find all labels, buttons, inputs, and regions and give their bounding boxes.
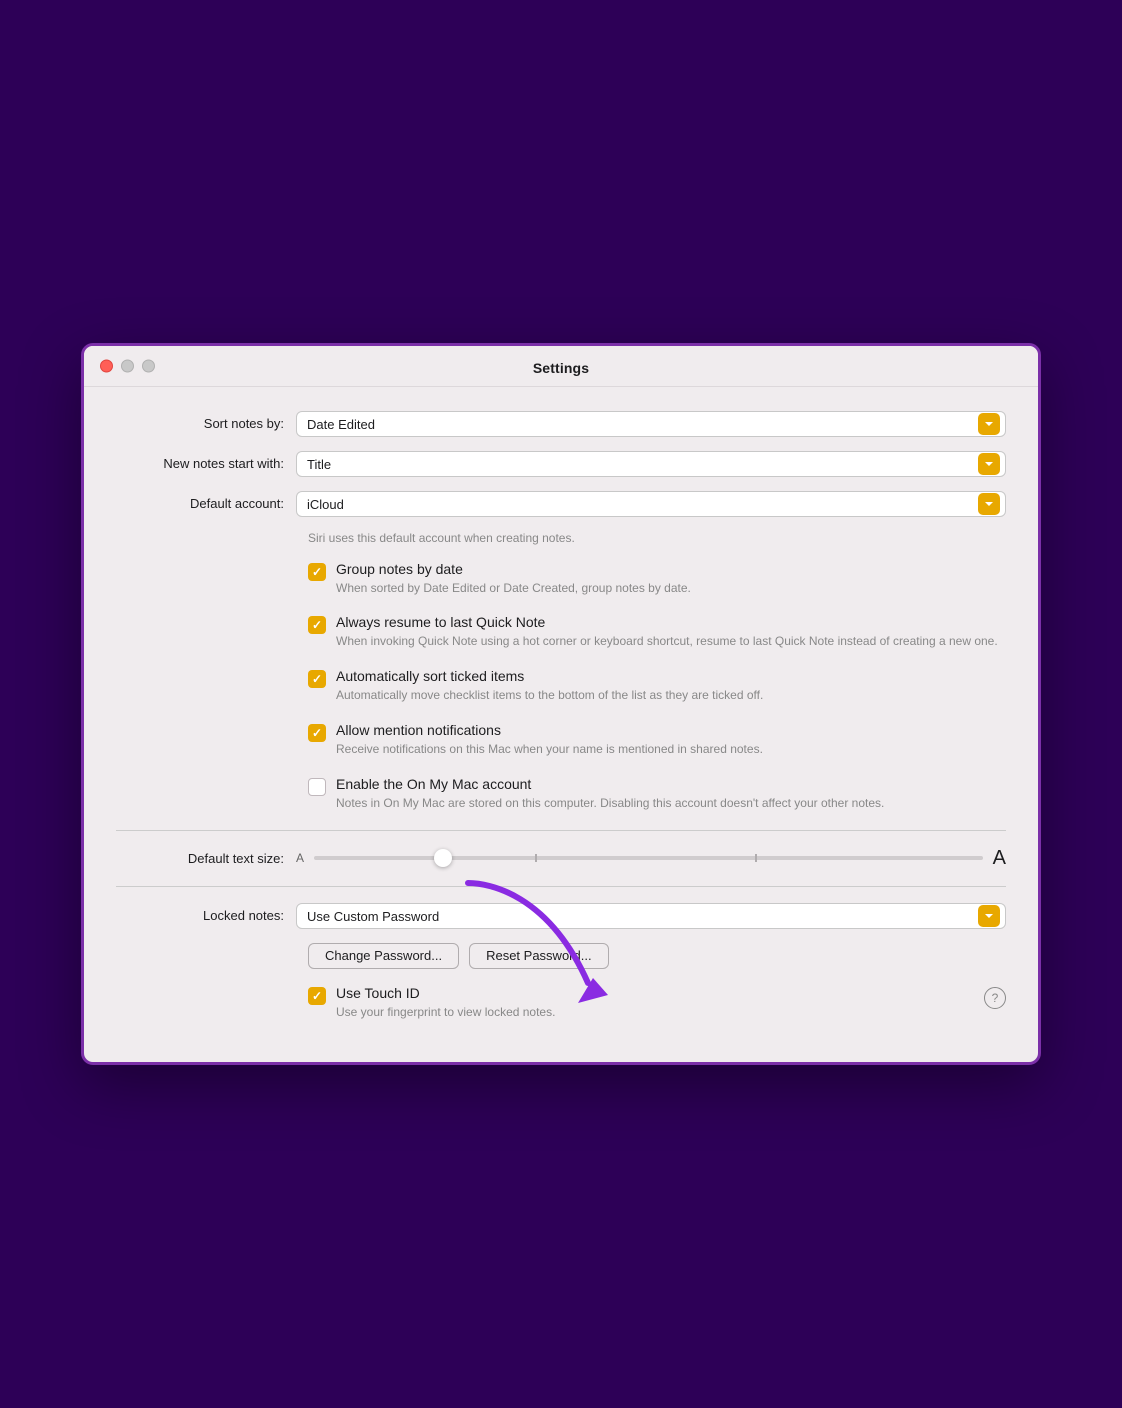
new-notes-row: New notes start with: Title Body Date Cr… [116,451,1006,477]
locked-notes-label: Locked notes: [116,908,296,923]
checkboxes-section: Group notes by date When sorted by Date … [308,561,1006,812]
new-notes-select[interactable]: Title Body Date Created [296,451,1006,477]
text-size-row: Default text size: A A [116,847,1006,870]
text-size-slider-thumb[interactable] [434,849,452,867]
group-notes-checkbox-wrapper[interactable] [308,563,326,581]
mention-notif-checkbox[interactable] [308,724,326,742]
password-buttons: Change Password... Reset Password... [308,943,1006,969]
touch-id-title: Use Touch ID [336,985,984,1001]
mention-notif-item: Allow mention notifications Receive noti… [308,722,1006,758]
touch-id-checkbox-wrapper[interactable] [308,987,326,1005]
new-notes-label: New notes start with: [116,456,296,471]
maximize-button[interactable] [142,359,155,372]
settings-window: Settings Sort notes by: Date Edited Date… [81,343,1041,1066]
group-notes-title: Group notes by date [336,561,1006,577]
touch-id-desc: Use your fingerprint to view locked note… [336,1004,984,1021]
auto-sort-title: Automatically sort ticked items [336,668,1006,684]
divider-1 [116,830,1006,831]
group-notes-item: Group notes by date When sorted by Date … [308,561,1006,597]
sort-notes-row: Sort notes by: Date Edited Date Created … [116,411,1006,437]
titlebar: Settings [84,346,1038,387]
quick-note-text: Always resume to last Quick Note When in… [336,614,1006,650]
auto-sort-checkbox[interactable] [308,670,326,688]
sort-notes-select-wrapper: Date Edited Date Created Title [296,411,1006,437]
settings-content: Sort notes by: Date Edited Date Created … [84,387,1038,1063]
locked-notes-section: Locked notes: Use Custom Password Use To… [116,903,1006,1039]
sort-notes-select[interactable]: Date Edited Date Created Title [296,411,1006,437]
help-button[interactable]: ? [984,987,1006,1009]
default-account-select[interactable]: iCloud On My Mac [296,491,1006,517]
on-my-mac-title: Enable the On My Mac account [336,776,1006,792]
slider-tick-2 [755,854,757,862]
text-size-slider-track[interactable] [314,856,983,860]
divider-2 [116,886,1006,887]
text-size-label: Default text size: [116,851,296,866]
slider-large-a: A [993,847,1006,870]
group-notes-checkbox[interactable] [308,563,326,581]
auto-sort-desc: Automatically move checklist items to th… [336,687,1006,704]
default-account-label: Default account: [116,496,296,511]
default-account-select-wrapper: iCloud On My Mac [296,491,1006,517]
mention-notif-desc: Receive notifications on this Mac when y… [336,741,1006,758]
bottom-row: Use Touch ID Use your fingerprint to vie… [308,985,1006,1039]
group-notes-desc: When sorted by Date Edited or Date Creat… [336,580,1006,597]
window-title: Settings [533,360,589,376]
quick-note-checkbox[interactable] [308,616,326,634]
auto-sort-item: Automatically sort ticked items Automati… [308,668,1006,704]
quick-note-item: Always resume to last Quick Note When in… [308,614,1006,650]
auto-sort-text: Automatically sort ticked items Automati… [336,668,1006,704]
change-password-button[interactable]: Change Password... [308,943,459,969]
default-account-row: Default account: iCloud On My Mac [116,491,1006,517]
siri-hint: Siri uses this default account when crea… [308,531,1006,545]
touch-id-item: Use Touch ID Use your fingerprint to vie… [308,985,984,1021]
locked-notes-row: Locked notes: Use Custom Password Use To… [116,903,1006,929]
slider-small-a: A [296,851,304,865]
slider-tick-1 [535,854,537,862]
on-my-mac-text: Enable the On My Mac account Notes in On… [336,776,1006,812]
reset-password-button[interactable]: Reset Password... [469,943,609,969]
on-my-mac-checkbox[interactable] [308,778,326,796]
locked-notes-select[interactable]: Use Custom Password Use Touch ID Use Pas… [296,903,1006,929]
quick-note-title: Always resume to last Quick Note [336,614,1006,630]
new-notes-select-wrapper: Title Body Date Created [296,451,1006,477]
on-my-mac-checkbox-wrapper[interactable] [308,778,326,796]
mention-notif-title: Allow mention notifications [336,722,1006,738]
locked-notes-select-wrapper: Use Custom Password Use Touch ID Use Pas… [296,903,1006,929]
touch-id-checkbox[interactable] [308,987,326,1005]
close-button[interactable] [100,359,113,372]
quick-note-checkbox-wrapper[interactable] [308,616,326,634]
group-notes-text: Group notes by date When sorted by Date … [336,561,1006,597]
slider-wrapper: A A [296,847,1006,870]
mention-notif-checkbox-wrapper[interactable] [308,724,326,742]
traffic-lights [100,359,155,372]
minimize-button[interactable] [121,359,134,372]
touch-id-section: Use Touch ID Use your fingerprint to vie… [308,985,984,1039]
sort-notes-label: Sort notes by: [116,416,296,431]
touch-id-text: Use Touch ID Use your fingerprint to vie… [336,985,984,1021]
on-my-mac-desc: Notes in On My Mac are stored on this co… [336,795,1006,812]
auto-sort-checkbox-wrapper[interactable] [308,670,326,688]
quick-note-desc: When invoking Quick Note using a hot cor… [336,633,1006,650]
on-my-mac-item: Enable the On My Mac account Notes in On… [308,776,1006,812]
mention-notif-text: Allow mention notifications Receive noti… [336,722,1006,758]
